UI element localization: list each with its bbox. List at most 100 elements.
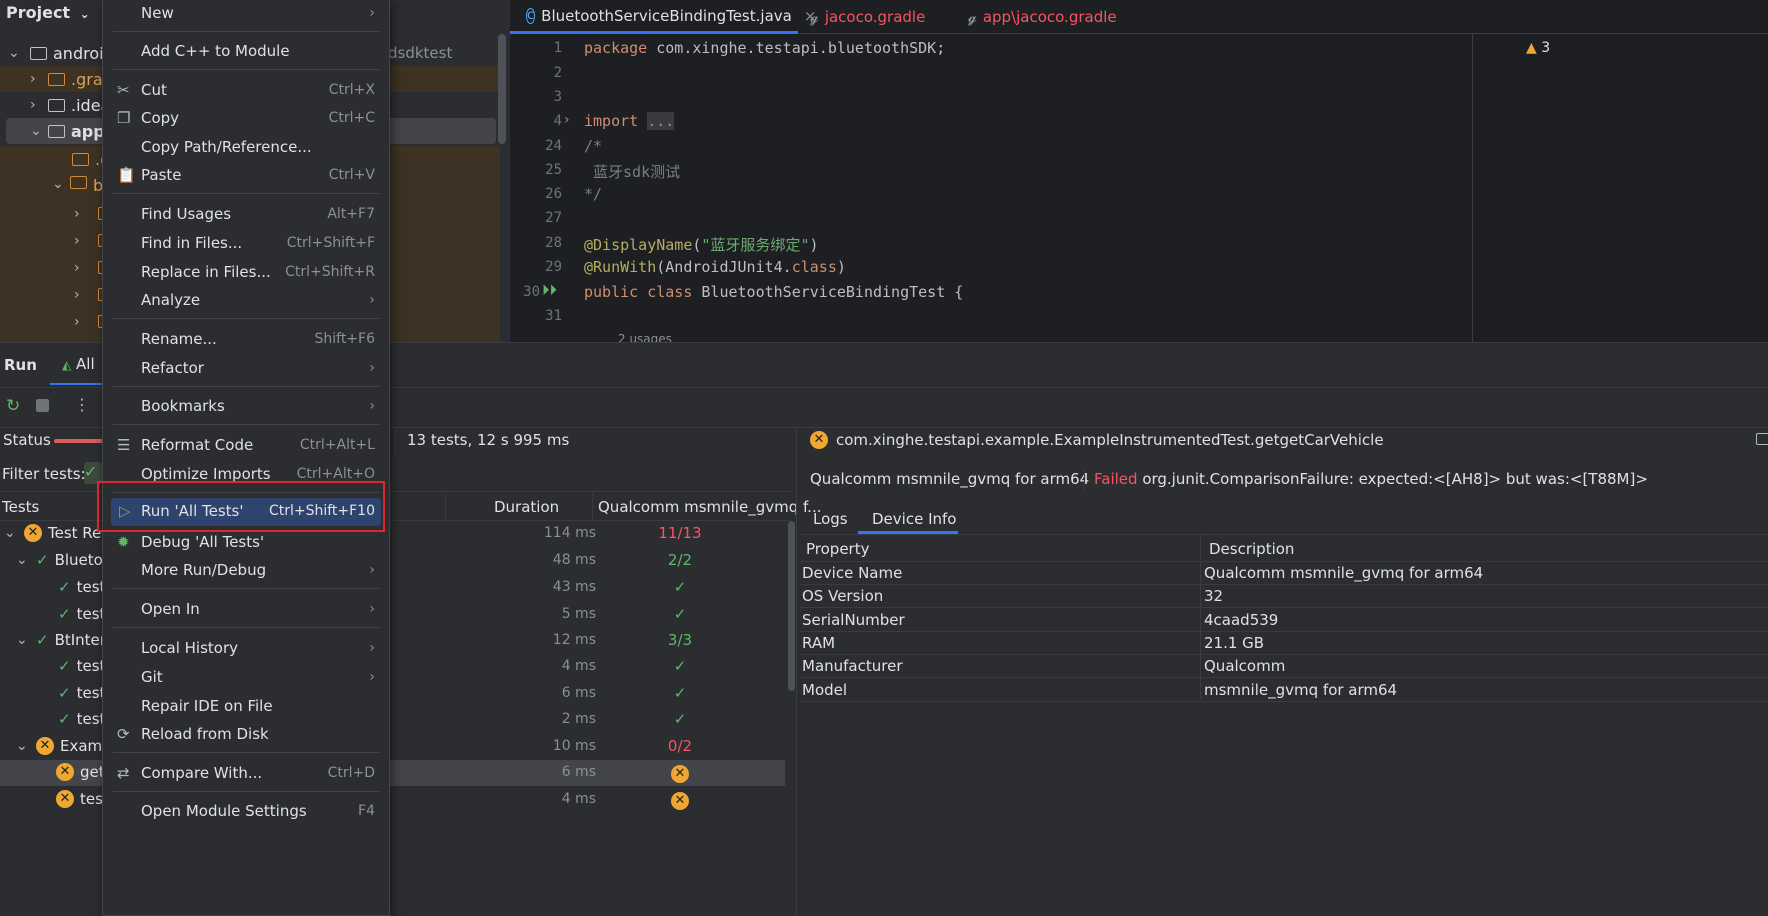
tab-device-info[interactable]: Device Info <box>872 510 956 528</box>
menu-item-reformat-code[interactable]: ☰ Reformat Code Ctrl+Alt+L <box>103 432 389 460</box>
tree-item-idea[interactable]: › .idea <box>0 92 110 118</box>
tab-jacoco-gradle[interactable]: 𝓰 jacoco.gradle <box>810 0 925 34</box>
test-duration: 5 ms <box>561 606 596 622</box>
property-header[interactable]: Property <box>806 540 869 558</box>
failed-label: Failed <box>1094 470 1138 488</box>
chevron-right-icon: › <box>369 562 375 578</box>
column-duration[interactable]: Duration <box>494 498 559 516</box>
tree-item-label: app <box>71 121 105 141</box>
module-folder-icon <box>30 46 47 60</box>
chevron-right-icon: › <box>369 669 375 685</box>
line-number: 27 <box>545 210 562 226</box>
chevron-down-icon: ⌄ <box>16 632 28 648</box>
menu-item-copy[interactable]: ❐ Copy Ctrl+C <box>103 105 389 133</box>
menu-item-paste[interactable]: 📋 Paste Ctrl+V <box>103 162 389 190</box>
code-line: package com.xinghe.testapi.bluetoothSDK; <box>584 39 946 57</box>
folder-icon <box>70 176 87 189</box>
menu-item-replace-in-files[interactable]: Replace in Files... Ctrl+Shift+R <box>103 259 389 287</box>
warning-icon: ▲ <box>1526 40 1537 56</box>
menu-item-find-in-files[interactable]: Find in Files... Ctrl+Shift+F <box>103 230 389 258</box>
test-result: 0/2 <box>667 737 693 755</box>
project-title[interactable]: Project ⌄ <box>6 3 90 22</box>
menu-item-rename[interactable]: Rename... Shift+F6 <box>103 326 389 354</box>
menu-item-reload-from-disk[interactable]: ⟳ Reload from Disk <box>103 721 389 749</box>
rerun-icon[interactable]: ↻ <box>6 396 20 416</box>
menu-separator <box>113 791 379 792</box>
project-title-label: Project <box>6 3 71 22</box>
menu-item-cut[interactable]: ✂ Cut Ctrl+X <box>103 77 389 105</box>
menu-item-local-history[interactable]: Local History › <box>103 635 389 663</box>
menu-item-refactor[interactable]: Refactor › <box>103 355 389 383</box>
run-gutter-icon[interactable]: ⏵⏵ <box>542 281 557 299</box>
layout-icon[interactable] <box>1756 433 1768 445</box>
property-row: Manufacturer Qualcomm <box>800 655 1768 678</box>
right-margin-guide <box>1472 34 1473 342</box>
menu-separator <box>113 752 379 753</box>
status-label: Status <box>3 431 51 449</box>
check-icon: ✓ <box>58 684 71 702</box>
menu-item-bookmarks[interactable]: Bookmarks › <box>103 393 389 421</box>
copy-icon: ❐ <box>117 109 131 127</box>
menu-item-git[interactable]: Git › <box>103 664 389 692</box>
menu-item-new[interactable]: New › <box>103 0 389 28</box>
chevron-right-icon: › <box>74 314 80 330</box>
tab-label: jacoco.gradle <box>824 8 926 26</box>
menu-item-find-usages[interactable]: Find Usages Alt+F7 <box>103 201 389 229</box>
menu-item-copy-path[interactable]: Copy Path/Reference... <box>103 134 389 162</box>
menu-item-debug-all-tests[interactable]: ✹ Debug 'All Tests' <box>103 529 389 557</box>
property-row: Device Name Qualcomm msmnile_gvmq for arm… <box>800 562 1768 585</box>
folder-icon <box>48 98 65 112</box>
compare-icon: ⇄ <box>117 764 130 782</box>
editor-tabs: c BluetoothServiceBindingTest.java × 𝓰 j… <box>510 0 1768 34</box>
code-line: import ... <box>584 112 675 130</box>
check-icon: ✓ <box>58 710 71 728</box>
chevron-right-icon: › <box>369 398 375 414</box>
menu-item-add-cpp[interactable]: Add C++ to Module <box>103 38 389 66</box>
chevron-right-icon: › <box>369 601 375 617</box>
tab-app-jacoco-gradle[interactable]: 𝓰 app\jacoco.gradle <box>968 0 1117 34</box>
test-duration: 48 ms <box>552 552 596 568</box>
warnings-indicator[interactable]: ▲ 3 <box>1526 40 1550 56</box>
column-tests[interactable]: Tests <box>2 498 39 516</box>
tab-logs[interactable]: Logs <box>813 510 848 528</box>
java-class-icon: c <box>526 7 536 24</box>
menu-item-repair-ide[interactable]: Repair IDE on File <box>103 693 389 721</box>
tests-scrollbar[interactable] <box>788 521 795 691</box>
reformat-icon: ☰ <box>117 436 131 454</box>
menu-item-analyze[interactable]: Analyze › <box>103 287 389 315</box>
menu-item-open-module-settings[interactable]: Open Module Settings F4 <box>103 798 389 826</box>
menu-separator <box>113 627 379 628</box>
check-icon: ✓ <box>58 657 71 675</box>
line-number: 28 <box>545 235 562 251</box>
test-summary: 13 tests, 12 s 995 ms <box>407 431 570 449</box>
code-line: @DisplayName("蓝牙服务绑定") <box>584 236 819 254</box>
menu-item-compare-with[interactable]: ⇄ Compare With... Ctrl+D <box>103 760 389 788</box>
tab-all-tests[interactable]: ◭ All <box>62 355 95 373</box>
code-editor[interactable]: ▲ 3 1 package com.xinghe.testapi.bluetoo… <box>510 34 1768 346</box>
scissors-icon: ✂ <box>117 81 130 99</box>
divider <box>1084 467 1085 491</box>
fold-chevron-icon[interactable]: › <box>564 112 570 128</box>
code-line: @RunWith(AndroidJUnit4.class) <box>584 258 846 276</box>
column-device[interactable]: Qualcomm msmnile_gvmq f... <box>598 498 822 516</box>
code-line: public class BluetoothServiceBindingTest… <box>584 283 964 301</box>
description-header[interactable]: Description <box>1209 540 1294 558</box>
test-duration: 12 ms <box>552 632 596 648</box>
clipboard-icon: 📋 <box>117 166 136 184</box>
stop-icon[interactable] <box>36 399 49 412</box>
tab-label: app\jacoco.gradle <box>982 8 1117 26</box>
device-name: Qualcomm msmnile_gvmq for arm64 <box>810 470 1090 488</box>
menu-separator <box>113 318 379 319</box>
more-options-icon[interactable]: ⋮ <box>74 395 90 414</box>
check-icon: ✓ <box>36 631 49 649</box>
line-number: 24 <box>545 138 562 154</box>
line-number: 4 <box>553 113 562 129</box>
menu-item-open-in[interactable]: Open In › <box>103 596 389 624</box>
test-name: Blueto <box>54 551 103 569</box>
menu-item-more-run-debug[interactable]: More Run/Debug › <box>103 557 389 585</box>
test-name: get <box>80 763 105 781</box>
project-scrollbar[interactable] <box>498 34 506 144</box>
tab-bluetooth-test[interactable]: c BluetoothServiceBindingTest.java × <box>510 0 816 34</box>
run-tab-title[interactable]: Run <box>4 356 37 374</box>
menu-separator <box>113 31 379 32</box>
